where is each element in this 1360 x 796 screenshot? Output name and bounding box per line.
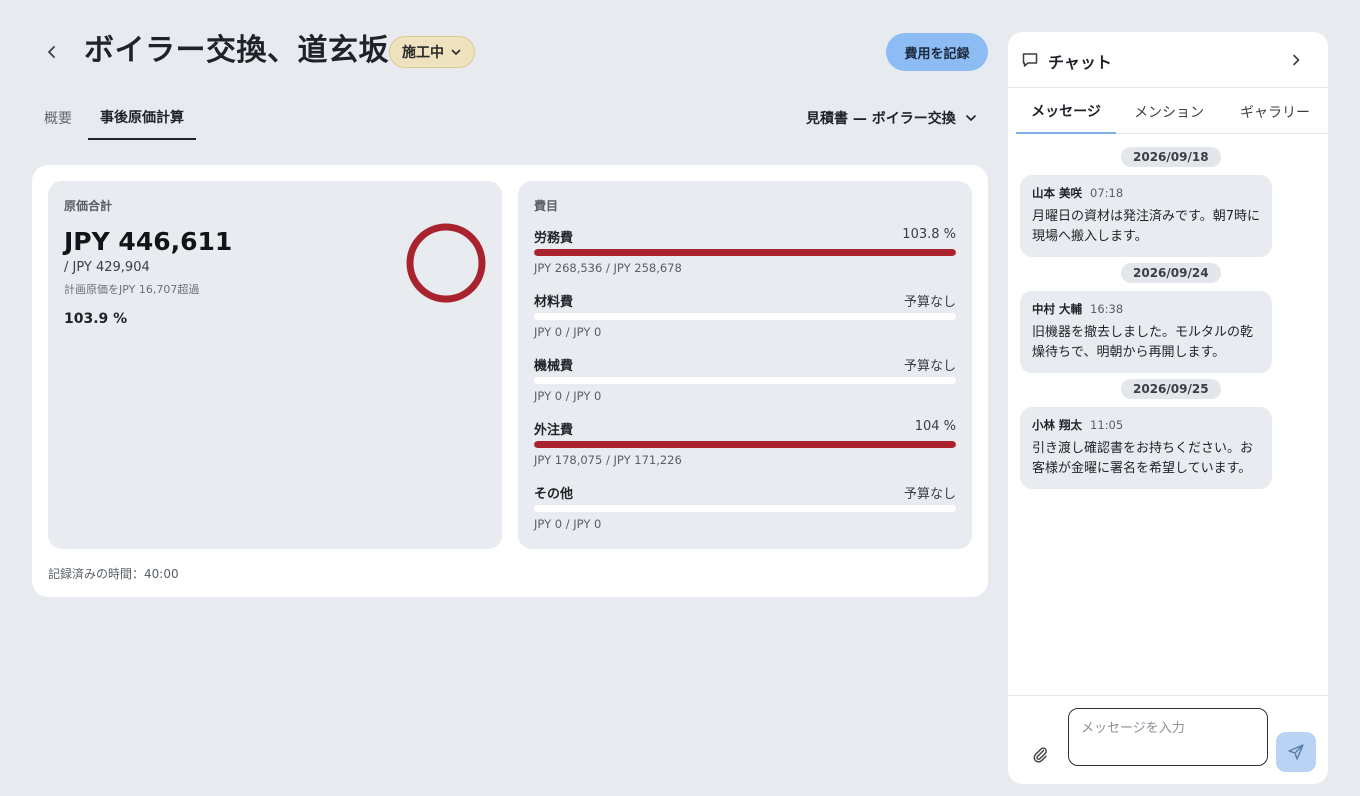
planned-cost: / JPY 429,904 xyxy=(64,260,150,275)
page-title: ボイラー交換、道玄坂 xyxy=(84,33,389,68)
cost-ratio-donut xyxy=(406,223,486,303)
category-amounts: JPY 178,075 / JPY 171,226 xyxy=(534,453,682,467)
category-bar xyxy=(534,441,956,448)
category-percent: 104 % xyxy=(914,419,956,434)
tab-overview[interactable]: 概要 xyxy=(32,96,88,140)
cost-panel: 原価合計 JPY 446,611 / JPY 429,904 計画原価をJPY … xyxy=(32,165,988,597)
message-time: 07:18 xyxy=(1090,186,1124,200)
chat-panel: チャット メッセージ メンション ギャラリー 2026/09/18 山本 美咲 … xyxy=(1008,32,1328,784)
chevron-down-icon xyxy=(451,49,461,55)
chevron-left-icon xyxy=(48,46,55,58)
chat-title: チャット xyxy=(1048,53,1112,72)
chat-message: 山本 美咲 07:18 月曜日の資材は発注済みです。朝7時に現場へ搬入します。 xyxy=(1020,175,1272,257)
tab-gallery[interactable]: ギャラリー xyxy=(1222,90,1328,134)
chat-composer xyxy=(1008,695,1328,784)
category-bar-fill xyxy=(534,441,956,448)
estimate-selector-label: 見積書 — ボイラー交換 xyxy=(806,111,956,127)
category-name: 材料費 xyxy=(534,295,574,310)
category-percent: 予算なし xyxy=(903,487,956,502)
chevron-down-icon xyxy=(965,115,976,121)
message-text: 月曜日の資材は発注済みです。朝7時に現場へ搬入します。 xyxy=(1032,209,1260,244)
total-cost-label: 原価合計 xyxy=(64,199,113,213)
over-budget-note: 計画原価をJPY 16,707超過 xyxy=(64,283,200,296)
category-amounts: JPY 268,536 / JPY 258,678 xyxy=(534,261,682,275)
back-button[interactable] xyxy=(38,38,66,66)
record-cost-button[interactable]: 費用を記録 xyxy=(886,33,988,71)
category-name: 外注費 xyxy=(534,423,574,438)
total-cost-card: 原価合計 JPY 446,611 / JPY 429,904 計画原価をJPY … xyxy=(48,181,502,549)
chat-bubble-icon xyxy=(1022,53,1038,67)
chat-header: チャット xyxy=(1008,32,1328,88)
status-label: 施工中 xyxy=(402,45,444,61)
collapse-chat-button[interactable] xyxy=(1284,48,1308,72)
chat-tabs: メッセージ メンション ギャラリー xyxy=(1016,90,1328,134)
message-author: 中村 大輔 xyxy=(1032,302,1083,316)
recorded-time: 記録済みの時間：40:00 xyxy=(48,567,179,581)
category-row-labor: 労務費 103.8 % JPY 268,536 / JPY 258,678 xyxy=(534,227,956,285)
page-tabs: 概要 事後原価計算 xyxy=(32,96,196,140)
category-amounts: JPY 0 / JPY 0 xyxy=(534,517,602,531)
category-bar xyxy=(534,505,956,512)
tab-post-costing[interactable]: 事後原価計算 xyxy=(88,96,196,140)
category-percent: 予算なし xyxy=(903,359,956,374)
paperclip-icon xyxy=(1033,747,1047,763)
category-percent: 予算なし xyxy=(903,295,956,310)
category-bar xyxy=(534,377,956,384)
tab-messages[interactable]: メッセージ xyxy=(1016,90,1117,134)
category-bar xyxy=(534,249,956,256)
category-bar-fill xyxy=(534,249,956,256)
message-author: 小林 翔太 xyxy=(1032,418,1083,432)
cost-categories-card: 費目 労務費 103.8 % JPY 268,536 / JPY 258,678… xyxy=(518,181,972,549)
category-amounts: JPY 0 / JPY 0 xyxy=(534,325,602,339)
chat-message: 中村 大輔 16:38 旧機器を撤去しました。モルタルの乾燥待ちで、明朝から再開… xyxy=(1020,291,1272,373)
chat-message: 小林 翔太 11:05 引き渡し確認書をお持ちください。お客様が金曜に署名を希望… xyxy=(1020,407,1272,489)
category-row-materials: 材料費 予算なし JPY 0 / JPY 0 xyxy=(534,291,956,349)
send-icon xyxy=(1288,744,1304,760)
category-name: 機械費 xyxy=(534,359,574,374)
tab-mentions[interactable]: メンション xyxy=(1116,90,1222,134)
attach-button[interactable] xyxy=(1028,742,1052,766)
cost-percent: 103.9 % xyxy=(64,311,128,327)
categories-label: 費目 xyxy=(534,199,559,213)
message-time: 11:05 xyxy=(1090,418,1124,432)
date-divider: 2026/09/18 xyxy=(1121,147,1221,167)
chevron-right-icon xyxy=(1293,54,1300,66)
status-dropdown[interactable]: 施工中 xyxy=(389,36,475,68)
total-cost-amount: JPY 446,611 xyxy=(64,227,233,256)
date-divider: 2026/09/24 xyxy=(1121,263,1221,283)
message-input[interactable] xyxy=(1068,708,1268,766)
category-row-subcontract: 外注費 104 % JPY 178,075 / JPY 171,226 xyxy=(534,419,956,477)
send-button[interactable] xyxy=(1276,732,1316,772)
message-text: 旧機器を撤去しました。モルタルの乾燥待ちで、明朝から再開します。 xyxy=(1032,325,1254,360)
date-divider: 2026/09/25 xyxy=(1121,379,1221,399)
category-name: その他 xyxy=(534,487,574,502)
category-amounts: JPY 0 / JPY 0 xyxy=(534,389,602,403)
category-bar xyxy=(534,313,956,320)
message-author: 山本 美咲 xyxy=(1032,186,1083,200)
message-time: 16:38 xyxy=(1090,302,1124,316)
category-row-equipment: 機械費 予算なし JPY 0 / JPY 0 xyxy=(534,355,956,413)
category-row-other: その他 予算なし JPY 0 / JPY 0 xyxy=(534,483,956,541)
category-name: 労務費 xyxy=(534,231,574,246)
category-percent: 103.8 % xyxy=(902,227,956,242)
message-text: 引き渡し確認書をお持ちください。お客様が金曜に署名を希望しています。 xyxy=(1032,441,1254,476)
estimate-selector[interactable]: 見積書 — ボイラー交換 xyxy=(806,106,978,130)
